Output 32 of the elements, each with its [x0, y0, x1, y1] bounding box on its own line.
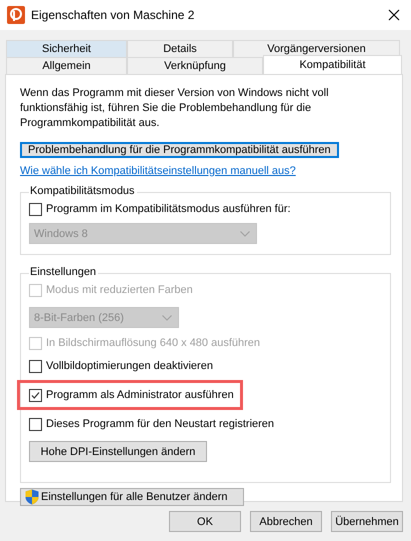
- dialog-button[interactable]: OK: [169, 511, 241, 532]
- checkbox[interactable]: [29, 360, 42, 372]
- tab[interactable]: Details: [127, 40, 233, 57]
- tab[interactable]: Vorgängerversionen: [233, 40, 400, 57]
- group-title: Kompatibilitätsmodus: [29, 185, 137, 197]
- tab[interactable]: Sicherheit: [6, 40, 127, 57]
- checkbox[interactable]: [29, 388, 42, 402]
- checkbox-label: Programm als Administrator ausführen: [46, 389, 234, 401]
- window-title: Eigenschaften von Maschine 2: [31, 8, 196, 22]
- description-text: Wenn das Programm mit dieser Version von Windows nicht voll funktionsfähig ist, führen Sie die Problembehandlung für die Programmkompatibilität aus.: [20, 86, 330, 131]
- tab[interactable]: Allgemein: [6, 57, 127, 74]
- tab[interactable]: Kompatibilität: [263, 55, 402, 74]
- chevron-down-icon: [162, 314, 172, 320]
- shield-icon: [25, 489, 39, 505]
- help-link[interactable]: Wie wähle ich Kompatibilitätseinstellungen manuell aus?: [20, 165, 296, 177]
- checkbox[interactable]: [29, 202, 42, 216]
- dialog-button[interactable]: Übernehmen: [331, 511, 403, 532]
- troubleshoot-button[interactable]: Problembehandlung für die Programmkompatibilität ausführen: [20, 142, 339, 158]
- checkbox-label: Vollbildoptimierungen deaktivieren: [46, 360, 213, 372]
- dpi-settings-button[interactable]: Hohe DPI-Einstellungen ändern: [29, 441, 207, 462]
- close-icon[interactable]: [388, 9, 400, 21]
- all-users-button[interactable]: Einstellungen für alle Benutzer ändern: [20, 488, 244, 506]
- group-title: Einstellungen: [29, 266, 98, 278]
- checkbox[interactable]: [29, 418, 42, 430]
- chevron-down-icon: [240, 230, 250, 236]
- dialog-button[interactable]: Abbrechen: [250, 511, 322, 532]
- checkbox-label: Programm im Kompatibilitätsmodus ausführen für:: [46, 203, 291, 215]
- app-icon: [7, 6, 25, 24]
- tab[interactable]: Verknüpfung: [127, 57, 263, 74]
- checkbox-label: In Bildschirmauflösung 640 x 480 ausführen: [46, 337, 260, 349]
- checkbox-label: Modus mit reduzierten Farben: [46, 284, 193, 296]
- checkbox-label: Dieses Programm für den Neustart registrieren: [46, 418, 274, 430]
